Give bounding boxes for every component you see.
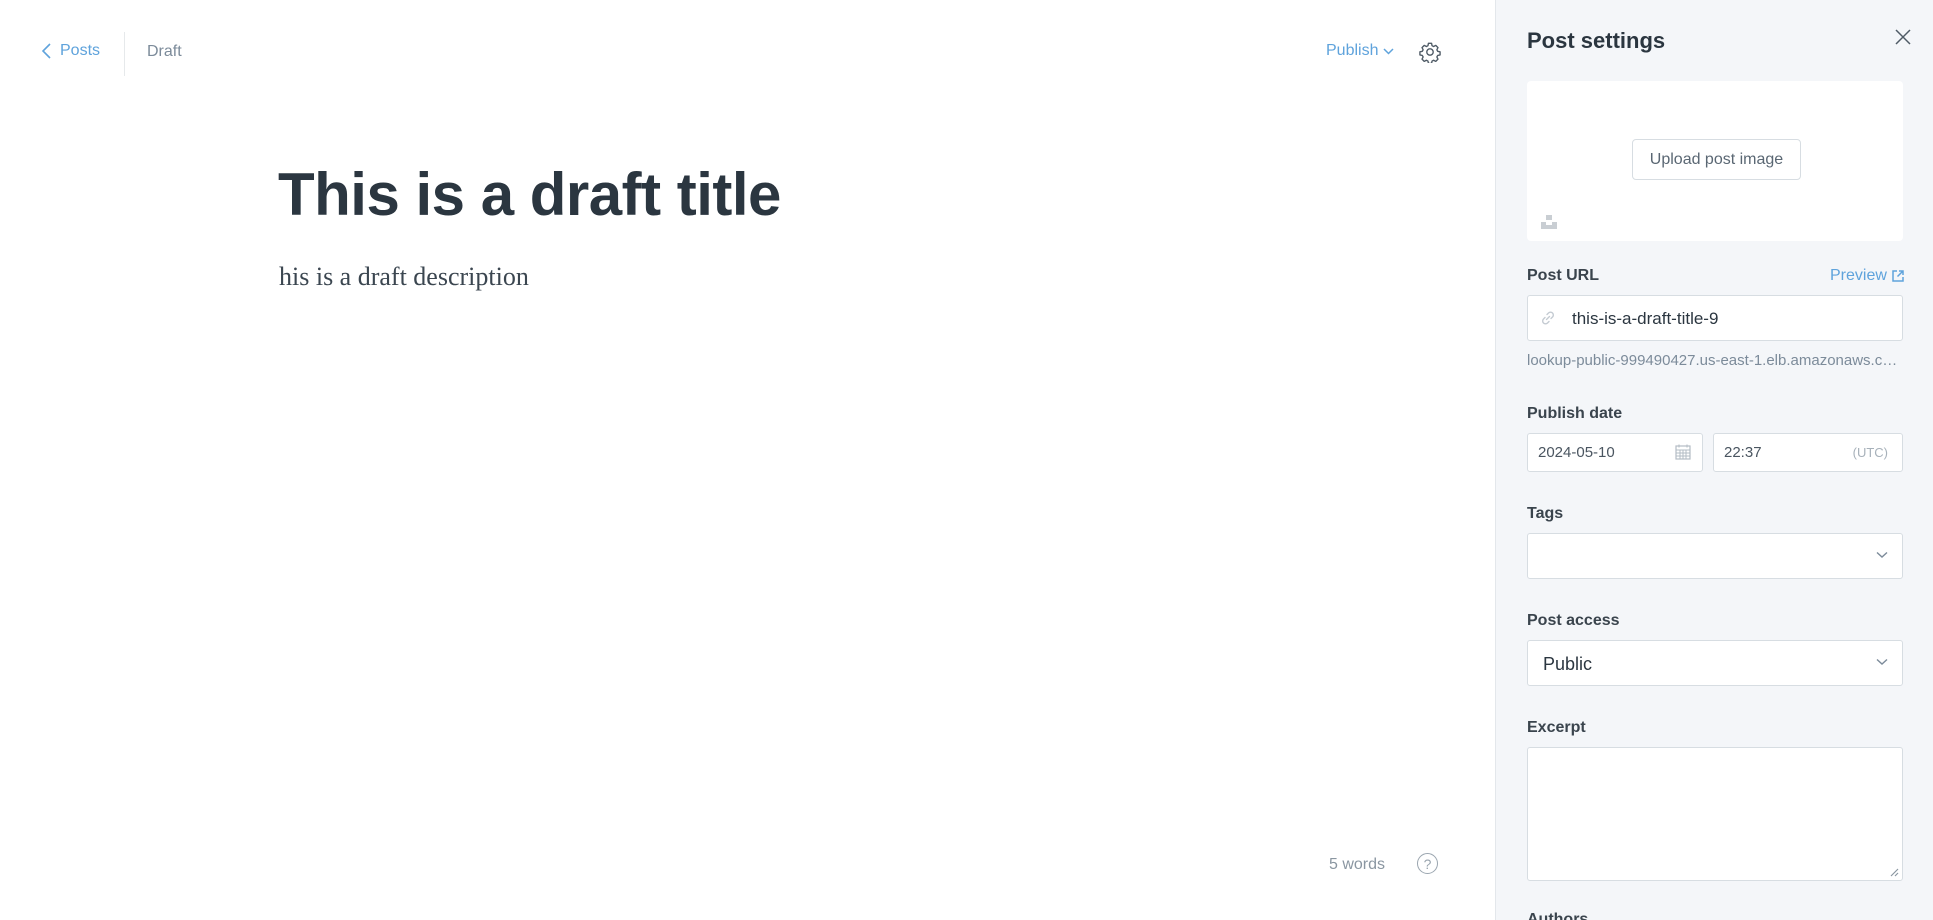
post-access-value: Public: [1543, 654, 1593, 674]
publish-label: Publish: [1326, 42, 1379, 59]
post-url-full: lookup-public-999490427.us-east-1.elb.am…: [1527, 352, 1903, 369]
post-access-select[interactable]: Public: [1527, 640, 1903, 686]
breadcrumb-divider: [124, 32, 125, 76]
authors-label: Authors: [1527, 911, 1589, 920]
panel-title: Post settings: [1527, 28, 1666, 53]
post-body-editor[interactable]: his is a draft description: [279, 262, 529, 292]
tags-label: Tags: [1527, 505, 1564, 522]
close-icon: [1895, 29, 1911, 45]
publish-date-value: 2024-05-10: [1538, 444, 1615, 461]
post-title-input[interactable]: This is a draft title: [278, 160, 781, 229]
post-status: Draft: [147, 43, 182, 60]
unsplash-icon[interactable]: [1540, 214, 1558, 235]
gear-icon: [1419, 42, 1441, 65]
chevron-down-icon: [1876, 551, 1888, 558]
back-link-label: Posts: [60, 42, 101, 59]
resize-grip-icon[interactable]: [1890, 868, 1899, 877]
help-icon[interactable]: ?: [1417, 853, 1438, 874]
link-icon: [1541, 311, 1555, 325]
publish-date-input[interactable]: 2024-05-10: [1527, 433, 1703, 472]
publish-time-value: 22:37: [1724, 444, 1762, 461]
settings-toggle-button[interactable]: [1419, 41, 1441, 68]
excerpt-label: Excerpt: [1527, 719, 1586, 736]
chevron-left-icon: [42, 43, 51, 59]
back-to-posts-link[interactable]: Posts: [42, 42, 100, 60]
chevron-down-icon: [1876, 658, 1888, 665]
editor-topbar: Posts Draft Publish: [0, 0, 1495, 108]
tags-select[interactable]: [1527, 533, 1903, 579]
editor-pane: Posts Draft Publish This is a draft titl…: [0, 0, 1495, 920]
post-image-dropzone: Upload post image: [1527, 81, 1903, 241]
external-link-icon: [1892, 270, 1904, 282]
chevron-down-icon: [1383, 47, 1395, 55]
upload-post-image-button[interactable]: Upload post image: [1632, 139, 1801, 180]
excerpt-textarea[interactable]: [1527, 747, 1903, 881]
publish-button[interactable]: Publish: [1326, 42, 1395, 60]
close-settings-button[interactable]: [1895, 29, 1911, 50]
post-settings-panel: Post settings Upload post image Post URL…: [1495, 0, 1933, 920]
post-access-label: Post access: [1527, 612, 1620, 629]
calendar-icon: [1675, 444, 1691, 460]
post-url-label: Post URL: [1527, 267, 1599, 284]
publish-time-input[interactable]: 22:37 (UTC): [1713, 433, 1903, 472]
post-url-value: this-is-a-draft-title-9: [1572, 309, 1719, 328]
post-url-input[interactable]: this-is-a-draft-title-9: [1527, 295, 1903, 341]
word-count: 5 words: [1329, 856, 1386, 873]
publish-date-label: Publish date: [1527, 405, 1623, 422]
preview-link[interactable]: Preview: [1830, 267, 1904, 285]
preview-label: Preview: [1830, 267, 1887, 284]
timezone-label: (UTC): [1852, 445, 1888, 460]
